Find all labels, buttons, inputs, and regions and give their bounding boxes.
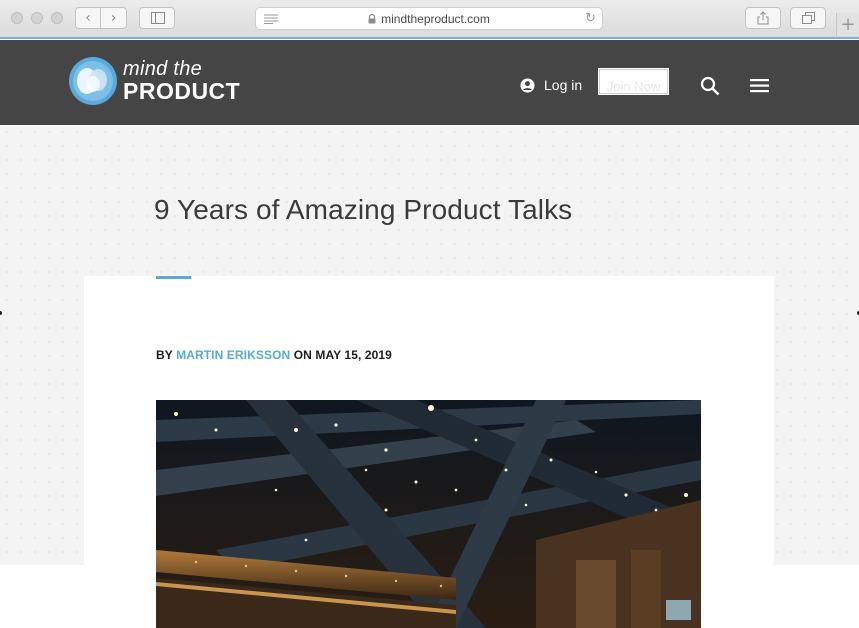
plus-icon: +: [840, 14, 856, 35]
login-label: Log in: [544, 77, 583, 93]
auditorium-photo: [156, 400, 701, 628]
sidebar-icon: [151, 12, 165, 24]
sidebar-toggle-button[interactable]: [139, 7, 175, 29]
show-tabs-button[interactable]: [790, 7, 826, 29]
chevron-left-icon: ‹: [85, 10, 91, 26]
logo-text-line2: PRODUCT: [123, 78, 241, 104]
minimize-window-button[interactable]: [31, 12, 43, 24]
user-icon: [520, 77, 535, 93]
byline-on: ON: [293, 348, 312, 362]
page-bottom-left: [0, 565, 84, 628]
title-accent-bar: [156, 276, 191, 279]
login-link[interactable]: Log in: [520, 77, 582, 93]
hero-image: [156, 400, 701, 628]
share-icon: [757, 11, 769, 25]
site-header: mind the PRODUCT Log in Join Now: [0, 40, 859, 125]
url-text: mindtheproduct.com: [381, 11, 490, 26]
zoom-window-button[interactable]: [51, 12, 63, 24]
chevron-right-icon: ›: [110, 10, 117, 26]
browser-toolbar: ‹ › mindtheproduct.com ↻ +: [0, 0, 859, 39]
author-link[interactable]: MARTIN ERIKSSON: [176, 348, 290, 362]
page-bottom-right: [774, 565, 859, 628]
tabs-overview-icon: [801, 12, 815, 24]
toolbar-divider: [0, 37, 859, 39]
site-logo[interactable]: mind the PRODUCT: [68, 56, 240, 106]
join-now-label: Join Now: [606, 79, 661, 94]
reload-icon[interactable]: ↻: [585, 11, 596, 26]
join-now-button[interactable]: Join Now: [598, 68, 669, 95]
share-button[interactable]: [745, 7, 781, 29]
search-icon[interactable]: [700, 76, 720, 96]
article-date: MAY 15, 2019: [315, 348, 392, 362]
article-title: 9 Years of Amazing Product Talks: [154, 194, 573, 225]
close-window-button[interactable]: [11, 12, 23, 24]
new-tab-button[interactable]: +: [836, 13, 859, 36]
hamburger-menu-icon[interactable]: [750, 78, 770, 94]
forward-button[interactable]: ›: [101, 7, 127, 29]
back-button[interactable]: ‹: [75, 7, 101, 29]
logo-text-line1: mind the: [123, 58, 203, 80]
article-byline: BY MARTIN ERIKSSON ON MAY 15, 2019: [156, 348, 392, 362]
byline-prefix: BY: [156, 348, 173, 362]
logo-mark-icon: [69, 57, 117, 105]
reader-view-icon[interactable]: [264, 14, 278, 24]
address-bar[interactable]: mindtheproduct.com ↻: [255, 7, 603, 30]
lock-icon: [368, 13, 376, 23]
